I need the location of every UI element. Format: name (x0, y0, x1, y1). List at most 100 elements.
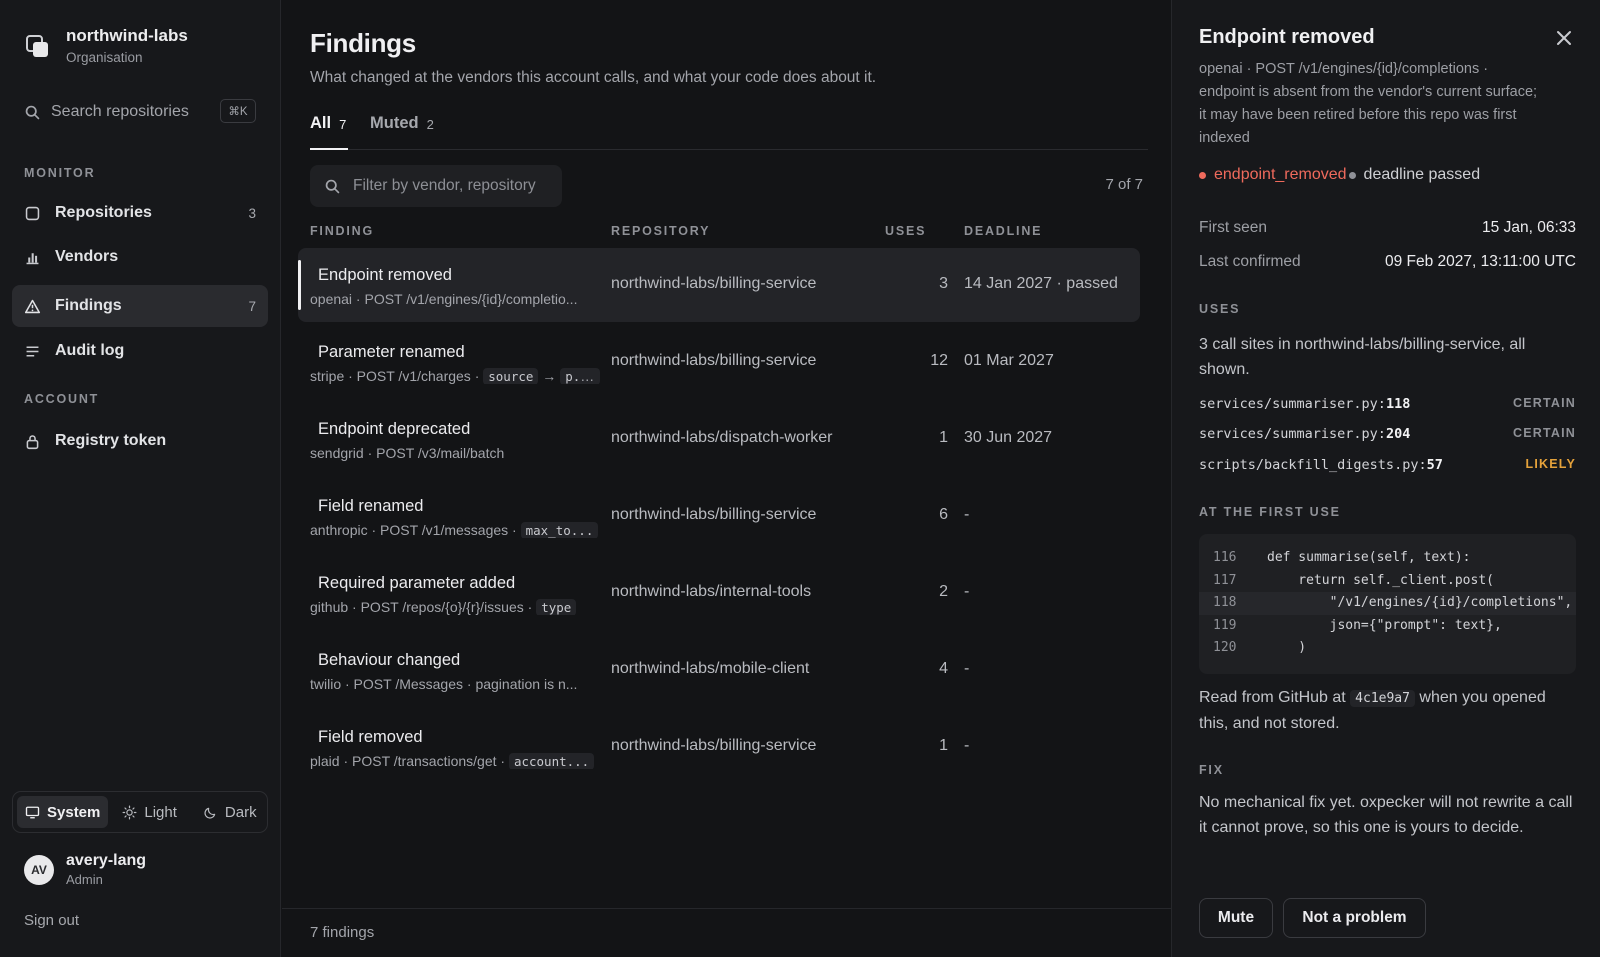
search-shortcut: ⌘K (220, 99, 256, 123)
finding-meta: openai · POST /v1/engines/{id}/completio… (310, 291, 578, 307)
moon-icon (204, 807, 216, 819)
not-a-problem-button[interactable]: Not a problem (1283, 898, 1426, 938)
findings-main: Findings What changed at the vendors thi… (282, 0, 1171, 957)
result-count: 7 of 7 (1105, 176, 1143, 193)
page-subtitle: What changed at the vendors this account… (310, 69, 877, 86)
sidebar-item-repositories[interactable]: Repositories 3 (12, 192, 268, 234)
table-row[interactable]: Behaviour changed twilio · POST /Message… (298, 633, 1140, 707)
finding-deadline: 14 Jan 2027 · passed (964, 275, 1118, 292)
user-profile[interactable]: AV avery-lang Admin (24, 852, 146, 887)
table-row[interactable]: Parameter renamed stripe · POST /v1/char… (298, 325, 1140, 399)
sign-out-link[interactable]: Sign out (24, 912, 79, 929)
search-icon (25, 105, 40, 119)
sidebar-item-audit-log[interactable]: Audit log (12, 330, 268, 372)
sun-icon (122, 805, 137, 819)
confidence-badge: CERTAIN (1512, 396, 1576, 410)
selected-indicator (298, 260, 301, 310)
finding-uses: 6 (939, 506, 948, 523)
fix-text: No mechanical fix yet. oxpecker will not… (1199, 794, 1573, 836)
table-row[interactable]: Endpoint deprecated sendgrid · POST /v3/… (298, 402, 1140, 476)
first-seen-value: 15 Jan, 06:33 (1482, 219, 1576, 236)
finding-repository: northwind-labs/billing-service (611, 737, 817, 754)
sidebar-item-count: 7 (248, 298, 256, 314)
finding-title: Required parameter added (318, 574, 516, 592)
first-use-heading: AT THE FIRST USE (1199, 505, 1341, 519)
sidebar: northwind-labs Organisation Search repos… (0, 0, 281, 957)
tab-label: All (310, 114, 332, 132)
status-dot-icon (1348, 171, 1356, 179)
table-row[interactable]: Field renamed anthropic · POST /v1/messa… (298, 479, 1140, 553)
finding-deadline: 30 Jun 2027 (964, 429, 1053, 446)
org-name: northwind-labs (66, 26, 188, 45)
uses-summary: 3 call sites in northwind-labs/billing-s… (1199, 336, 1526, 378)
filter-input[interactable] (353, 177, 553, 195)
finding-deadline: - (964, 660, 970, 677)
finding-title: Parameter renamed (318, 343, 465, 361)
search-label: Search repositories (51, 103, 189, 120)
theme-dark-button[interactable]: Dark (195, 796, 265, 828)
sidebar-item-vendors[interactable]: Vendors (12, 236, 268, 278)
org-switcher[interactable]: northwind-labs Organisation (24, 25, 188, 65)
finding-title: Behaviour changed (318, 651, 461, 669)
filter-field[interactable] (310, 165, 562, 207)
finding-title: Field removed (318, 728, 423, 746)
last-confirmed-label: Last confirmed (1199, 253, 1301, 270)
sidebar-item-label: Repositories (55, 204, 152, 221)
search-icon (325, 179, 340, 193)
sidebar-item-registry-token[interactable]: Registry token (12, 420, 268, 462)
column-deadline[interactable]: DEADLINE (964, 224, 1042, 238)
table-row[interactable]: Required parameter added github · POST /… (298, 556, 1140, 630)
call-site[interactable]: services/summariser.py:118 CERTAIN (1199, 395, 1576, 413)
finding-repository: northwind-labs/internal-tools (611, 583, 812, 600)
confidence-badge: CERTAIN (1512, 426, 1576, 440)
uses-heading: USES (1199, 302, 1241, 316)
confidence-badge: LIKELY (1525, 457, 1576, 471)
sidebar-item-findings[interactable]: Findings 7 (12, 285, 268, 327)
org-logo-icon (24, 33, 50, 59)
theme-system-button[interactable]: System (17, 796, 109, 828)
tab-muted[interactable]: Muted 2 (370, 110, 434, 150)
source-note: Read from GitHub at 4c1e9a7 when you ope… (1199, 689, 1546, 732)
mute-button[interactable]: Mute (1199, 898, 1273, 938)
table-header: FINDING REPOSITORY USES DEADLINE (282, 224, 1171, 242)
last-confirmed-row: Last confirmed 09 Feb 2027, 13:11:00 UTC (1199, 253, 1576, 271)
table-footer: 7 findings (282, 908, 1171, 957)
call-site[interactable]: scripts/backfill_digests.py:57 LIKELY (1199, 456, 1576, 474)
column-finding[interactable]: FINDING (310, 224, 374, 238)
finding-deadline: 01 Mar 2027 (964, 352, 1054, 369)
theme-light-button[interactable]: Light (114, 796, 185, 828)
finding-title: Field renamed (318, 497, 424, 515)
finding-meta: sendgrid · POST /v3/mail/batch (310, 445, 505, 461)
finding-title: Endpoint deprecated (318, 420, 471, 438)
finding-uses: 4 (939, 660, 948, 677)
commit-sha: 4c1e9a7 (1350, 690, 1415, 707)
monitor-icon (25, 806, 40, 818)
avatar: AV (24, 854, 54, 885)
fix-heading: FIX (1199, 763, 1224, 777)
close-icon[interactable] (1554, 28, 1574, 48)
finding-meta: plaid · POST /transactions/get · account… (310, 753, 600, 769)
findings-total: 7 findings (310, 924, 375, 941)
page-title: Findings (310, 28, 416, 58)
table-row[interactable]: Endpoint removed openai · POST /v1/engin… (298, 248, 1140, 322)
tab-all[interactable]: All 7 (310, 110, 348, 150)
sidebar-item-count: 3 (248, 205, 256, 221)
finding-meta: stripe · POST /v1/charges · source → p..… (310, 368, 600, 384)
first-seen-row: First seen 15 Jan, 06:33 (1199, 219, 1576, 237)
column-repository[interactable]: REPOSITORY (611, 224, 710, 238)
detail-status: endpoint_removed deadline passed (1199, 166, 1480, 184)
sidebar-item-label: Vendors (55, 248, 119, 265)
table-row[interactable]: Field removed plaid · POST /transactions… (298, 710, 1140, 784)
detail-description: openai · POST /v1/engines/{id}/completio… (1199, 61, 1538, 146)
bar-chart-icon (26, 252, 39, 264)
theme-system-label: System (47, 803, 101, 821)
finding-repository: northwind-labs/billing-service (611, 506, 817, 523)
tab-count: 7 (339, 117, 347, 132)
call-site[interactable]: services/summariser.py:204 CERTAIN (1199, 425, 1576, 443)
lock-icon (26, 434, 39, 449)
theme-switcher: System Light Dark (12, 791, 268, 833)
search-repositories[interactable]: Search repositories ⌘K (24, 98, 256, 126)
section-monitor: MONITOR (24, 166, 96, 180)
sidebar-item-label: Registry token (55, 432, 167, 449)
column-uses[interactable]: USES (885, 224, 926, 238)
